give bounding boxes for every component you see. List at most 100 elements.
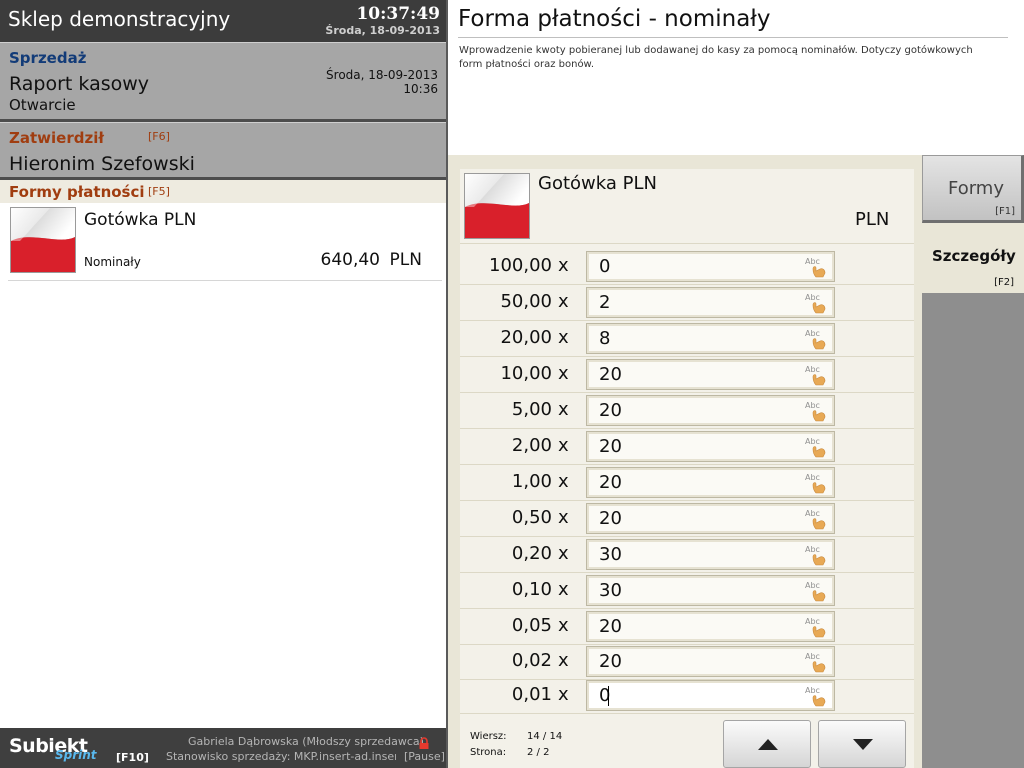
pager-page-label: Strona:: [470, 747, 507, 758]
keyboard-icon-text: Abc: [805, 652, 820, 661]
lock-icon[interactable]: [418, 737, 430, 749]
status-footer: Subiekt Sprint [F10] Gabriela Dąbrowska …: [0, 728, 446, 768]
poland-flag-icon: [10, 207, 76, 273]
sale-time: 10:36: [403, 82, 438, 96]
denomination-count: 20: [599, 436, 622, 457]
keyboard-touch-icon[interactable]: Abc: [804, 684, 830, 708]
denomination-row: 0,10 x 30 Abc: [460, 573, 914, 609]
denomination-count-input[interactable]: 0 Abc: [586, 251, 835, 282]
denomination-row: 1,00 x 20 Abc: [460, 465, 914, 501]
denomination-row: 2,00 x 20 Abc: [460, 429, 914, 465]
keyboard-touch-icon[interactable]: Abc: [804, 650, 830, 674]
sale-section[interactable]: Sprzedaż Środa, 18-09-2013 10:36 Raport …: [0, 42, 446, 122]
sprint-logo: Sprint: [55, 748, 97, 762]
multiply-sign: x: [558, 471, 569, 492]
keyboard-touch-icon[interactable]: Abc: [804, 579, 830, 603]
keyboard-icon-text: Abc: [805, 617, 820, 626]
denomination-count-input[interactable]: 20 Abc: [586, 395, 835, 426]
keyboard-touch-icon[interactable]: Abc: [804, 543, 830, 567]
station-name: Stanowisko sprzedaży: MKP.insert-ad.inse…: [166, 750, 396, 763]
multiply-sign: x: [558, 507, 569, 528]
keyboard-icon-text: Abc: [805, 545, 820, 554]
denomination-count-input[interactable]: 20 Abc: [586, 611, 835, 642]
keyboard-touch-icon[interactable]: Abc: [804, 471, 830, 495]
denomination-count: 20: [599, 472, 622, 493]
denomination-value: 5,00: [511, 399, 552, 420]
multiply-sign: x: [558, 579, 569, 600]
multiply-sign: x: [558, 543, 569, 564]
denomination-row: 0,05 x 20 Abc: [460, 609, 914, 645]
pager-row-value: 14 / 14: [527, 731, 563, 742]
keyboard-touch-icon[interactable]: Abc: [804, 291, 830, 315]
logo-key: [F10]: [116, 751, 149, 764]
scroll-down-button[interactable]: [818, 720, 906, 768]
multiply-sign: x: [558, 615, 569, 636]
keyboard-icon-text: Abc: [805, 509, 820, 518]
denomination-value: 0,20: [511, 543, 552, 564]
denomination-count-input[interactable]: 8 Abc: [586, 323, 835, 354]
poland-flag-icon: [464, 173, 530, 239]
payment-item-name: Gotówka PLN: [84, 210, 197, 230]
multiply-sign: x: [558, 363, 569, 384]
denomination-count: 20: [599, 364, 622, 385]
clock-time: 10:37:49: [356, 4, 440, 24]
denomination-count: 30: [599, 544, 622, 565]
tab-details-label: Szczegóły: [932, 247, 1016, 265]
payment-forms-header: Formy płatności [F5]: [0, 180, 446, 203]
app-header: Sklep demonstracyjny 10:37:49 Środa, 18-…: [0, 0, 446, 42]
keyboard-touch-icon[interactable]: Abc: [804, 435, 830, 459]
denomination-count: 2: [599, 292, 611, 313]
payment-item[interactable]: Gotówka PLN Nominały 640,40 PLN: [8, 205, 442, 281]
denomination-count: 20: [599, 400, 622, 421]
denomination-row: 5,00 x 20 Abc: [460, 393, 914, 429]
current-user: Gabriela Dąbrowska (Młodszy sprzedawca): [188, 735, 424, 748]
denomination-count-input[interactable]: 20 Abc: [586, 431, 835, 462]
keyboard-icon-text: Abc: [805, 329, 820, 338]
denomination-count: 20: [599, 616, 622, 637]
tab-details-key: [F2]: [994, 277, 1014, 288]
denomination-value: 0,02: [511, 650, 552, 671]
confirmed-title: Zatwierdził: [9, 129, 104, 147]
keyboard-touch-icon[interactable]: Abc: [804, 255, 830, 279]
denomination-count-input[interactable]: 30 Abc: [586, 539, 835, 570]
confirmed-key: [F6]: [148, 130, 170, 143]
confirmed-section[interactable]: Zatwierdził [F6] Hieronim Szefowski: [0, 122, 446, 180]
denomination-value: 50,00: [500, 291, 552, 312]
denominations-card: Gotówka PLN PLN 100,00 x 0 Abc 50,00 x 2 Abc 20,…: [460, 169, 914, 768]
denomination-count-input[interactable]: 2 Abc: [586, 287, 835, 318]
pager-page-value: 2 / 2: [527, 747, 550, 758]
denomination-count: 20: [599, 508, 622, 529]
denomination-count-input[interactable]: 20 Abc: [586, 503, 835, 534]
card-currency-code: PLN: [855, 209, 890, 230]
denomination-value: 2,00: [511, 435, 552, 456]
payment-forms-title: Formy płatności: [9, 183, 145, 201]
denomination-count-input[interactable]: 20 Abc: [586, 467, 835, 498]
denomination-count-input[interactable]: 20 Abc: [586, 646, 835, 677]
tab-details[interactable]: Szczegóły [F2]: [922, 223, 1024, 293]
keyboard-touch-icon[interactable]: Abc: [804, 363, 830, 387]
tab-forms[interactable]: Formy [F1]: [922, 155, 1024, 223]
payment-item-type: Nominały: [84, 255, 141, 269]
keyboard-touch-icon[interactable]: Abc: [804, 327, 830, 351]
denomination-row: 0,50 x 20 Abc: [460, 501, 914, 537]
keyboard-icon-text: Abc: [805, 581, 820, 590]
left-panel: Sklep demonstracyjny 10:37:49 Środa, 18-…: [0, 0, 448, 768]
denomination-row: 10,00 x 20 Abc: [460, 357, 914, 393]
denomination-count: 30: [599, 580, 622, 601]
denomination-row: 20,00 x 8 Abc: [460, 321, 914, 357]
denomination-row: 0,02 x 20 Abc: [460, 644, 914, 680]
keyboard-touch-icon[interactable]: Abc: [804, 615, 830, 639]
keyboard-icon-text: Abc: [805, 686, 820, 695]
denomination-row: 0,01 x 0 Abc: [460, 678, 914, 714]
confirmed-name: Hieronim Szefowski: [9, 153, 195, 175]
denomination-count-input[interactable]: 20 Abc: [586, 359, 835, 390]
denomination-count-input[interactable]: 30 Abc: [586, 575, 835, 606]
keyboard-touch-icon[interactable]: Abc: [804, 507, 830, 531]
denomination-row: 100,00 x 0 Abc: [460, 249, 914, 285]
multiply-sign: x: [558, 327, 569, 348]
denomination-count-input[interactable]: 0 Abc: [586, 680, 835, 711]
tab-forms-key: [F1]: [995, 206, 1015, 217]
keyboard-touch-icon[interactable]: Abc: [804, 399, 830, 423]
tab-forms-label: Formy: [948, 178, 1004, 199]
scroll-up-button[interactable]: [723, 720, 811, 768]
